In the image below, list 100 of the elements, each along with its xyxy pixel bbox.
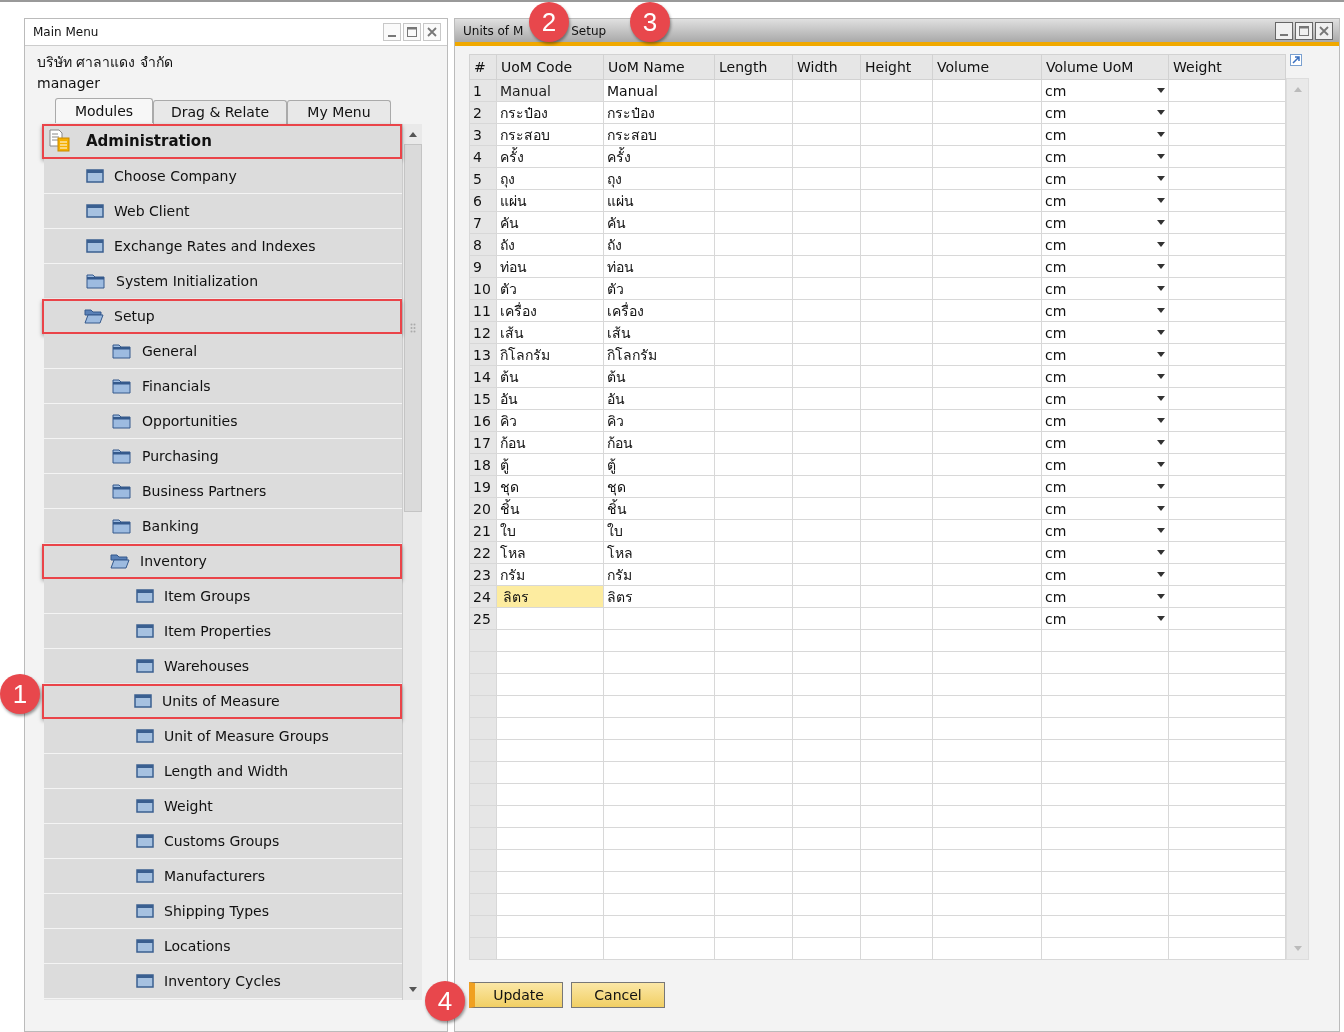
- dropdown-caret-icon: [1157, 220, 1165, 225]
- table-cell[interactable]: ตู้: [603, 453, 715, 476]
- menu-item[interactable]: Locations: [44, 929, 402, 964]
- table-cell[interactable]: ลิตร: [603, 585, 715, 608]
- menu-item[interactable]: Web Client: [44, 194, 402, 229]
- maximize-button[interactable]: [403, 23, 421, 41]
- table-cell[interactable]: กระป๋อง: [496, 101, 604, 124]
- table-cell[interactable]: คัน: [496, 211, 604, 234]
- table-cell[interactable]: คัน: [603, 211, 715, 234]
- table-cell[interactable]: ถัง: [496, 233, 604, 256]
- cancel-button[interactable]: Cancel: [571, 982, 665, 1008]
- menu-item[interactable]: Weight: [44, 789, 402, 824]
- table-cell[interactable]: ใบ: [603, 519, 715, 542]
- table-cell[interactable]: อัน: [603, 387, 715, 410]
- table-cell[interactable]: ครั้ง: [496, 145, 604, 168]
- menu-item[interactable]: Customs Groups: [44, 824, 402, 859]
- menu-item[interactable]: Unit of Measure Groups: [44, 719, 402, 754]
- menu-item[interactable]: Manufacturers: [44, 859, 402, 894]
- scrollbar[interactable]: [402, 124, 422, 1000]
- menu-item[interactable]: Units of Measure: [42, 684, 402, 719]
- menu-tab[interactable]: My Menu: [287, 100, 391, 124]
- menu-item[interactable]: Item Groups: [44, 579, 402, 614]
- table-cell[interactable]: ท่อน: [603, 255, 715, 278]
- table-cell[interactable]: กระสอบ: [496, 123, 604, 146]
- menu-item[interactable]: Setup: [42, 299, 402, 334]
- menu-item[interactable]: Purchasing: [44, 439, 402, 474]
- table-cell[interactable]: ชิ้น: [603, 497, 715, 520]
- menu-item[interactable]: Choose Company: [44, 159, 402, 194]
- menu-item[interactable]: Banking: [44, 509, 402, 544]
- menu-item[interactable]: Item Properties: [44, 614, 402, 649]
- menu-item[interactable]: Inventory: [42, 544, 402, 579]
- dropdown-value: cm: [1045, 301, 1067, 321]
- table-cell[interactable]: โหล: [603, 541, 715, 564]
- table-cell[interactable]: ท่อน: [496, 255, 604, 278]
- table-cell[interactable]: Manual: [603, 79, 715, 102]
- table-cell[interactable]: ถัง: [603, 233, 715, 256]
- table-cell[interactable]: ถุง: [603, 167, 715, 190]
- table-cell[interactable]: ตัว: [496, 277, 604, 300]
- column-header[interactable]: UoM Code: [496, 54, 604, 80]
- dropdown-value: cm: [1045, 345, 1067, 365]
- column-header[interactable]: Height: [860, 54, 933, 80]
- table-cell[interactable]: กิโลกรัม: [603, 343, 715, 366]
- table-cell[interactable]: ตัว: [603, 277, 715, 300]
- menu-item[interactable]: Length and Width: [44, 754, 402, 789]
- menu-item[interactable]: Exchange Rates and Indexes: [44, 229, 402, 264]
- menu-item[interactable]: System Initialization: [44, 264, 402, 299]
- menu-item[interactable]: Financials: [44, 369, 402, 404]
- close-button[interactable]: [1315, 21, 1333, 40]
- column-header[interactable]: Weight: [1168, 54, 1286, 80]
- table-cell[interactable]: อัน: [496, 387, 604, 410]
- table-cell[interactable]: ต้น: [496, 365, 604, 388]
- column-header[interactable]: Volume: [932, 54, 1042, 80]
- menu-item[interactable]: Business Partners: [44, 474, 402, 509]
- menu-item[interactable]: Opportunities: [44, 404, 402, 439]
- table-cell[interactable]: ชุด: [603, 475, 715, 498]
- table-cell[interactable]: [496, 607, 604, 630]
- table-cell[interactable]: เส้น: [603, 321, 715, 344]
- table-cell[interactable]: ก้อน: [603, 431, 715, 454]
- table-cell[interactable]: ถุง: [496, 167, 604, 190]
- table-cell[interactable]: คิว: [603, 409, 715, 432]
- menu-tab[interactable]: Drag & Relate: [153, 100, 287, 124]
- close-button[interactable]: [423, 23, 441, 41]
- table-cell[interactable]: เครื่อง: [603, 299, 715, 322]
- menu-tab[interactable]: Modules: [55, 98, 153, 123]
- column-header[interactable]: Volume UoM: [1041, 54, 1169, 80]
- scroll-down-icon: [407, 986, 418, 994]
- menu-item[interactable]: General: [44, 334, 402, 369]
- table-cell[interactable]: กรัม: [603, 563, 715, 586]
- table-cell[interactable]: เครื่อง: [496, 299, 604, 322]
- minimize-button[interactable]: [1275, 21, 1293, 40]
- table-cell[interactable]: ชุด: [496, 475, 604, 498]
- update-button[interactable]: Update: [469, 982, 563, 1008]
- table-cell[interactable]: [603, 607, 715, 630]
- menu-item[interactable]: Warehouses: [44, 649, 402, 684]
- table-cell[interactable]: ใบ: [496, 519, 604, 542]
- column-header[interactable]: Length: [714, 54, 793, 80]
- column-header[interactable]: #: [469, 54, 497, 80]
- table-cell[interactable]: คิว: [496, 409, 604, 432]
- table-cell[interactable]: ต้น: [603, 365, 715, 388]
- table-cell[interactable]: แผ่น: [603, 189, 715, 212]
- table-cell[interactable]: ชิ้น: [496, 497, 604, 520]
- table-cell[interactable]: กิโลกรัม: [496, 343, 604, 366]
- menu-item[interactable]: Inventory Cycles: [44, 964, 402, 999]
- scrollbar[interactable]: [1286, 78, 1309, 960]
- minimize-button[interactable]: [383, 23, 401, 41]
- table-cell[interactable]: โหล: [496, 541, 604, 564]
- table-cell[interactable]: ตู้: [496, 453, 604, 476]
- table-cell[interactable]: เส้น: [496, 321, 604, 344]
- maximize-button[interactable]: [1295, 21, 1313, 40]
- table-cell[interactable]: ก้อน: [496, 431, 604, 454]
- window-title: Main Menu: [33, 24, 99, 41]
- table-cell[interactable]: กระสอบ: [603, 123, 715, 146]
- column-header[interactable]: Width: [792, 54, 861, 80]
- table-cell[interactable]: แผ่น: [496, 189, 604, 212]
- table-cell[interactable]: กรัม: [496, 563, 604, 586]
- table-cell[interactable]: กระป๋อง: [603, 101, 715, 124]
- menu-item[interactable]: Administration: [42, 124, 402, 159]
- table-cell[interactable]: ครั้ง: [603, 145, 715, 168]
- column-header[interactable]: UoM Name: [603, 54, 715, 80]
- menu-item[interactable]: Shipping Types: [44, 894, 402, 929]
